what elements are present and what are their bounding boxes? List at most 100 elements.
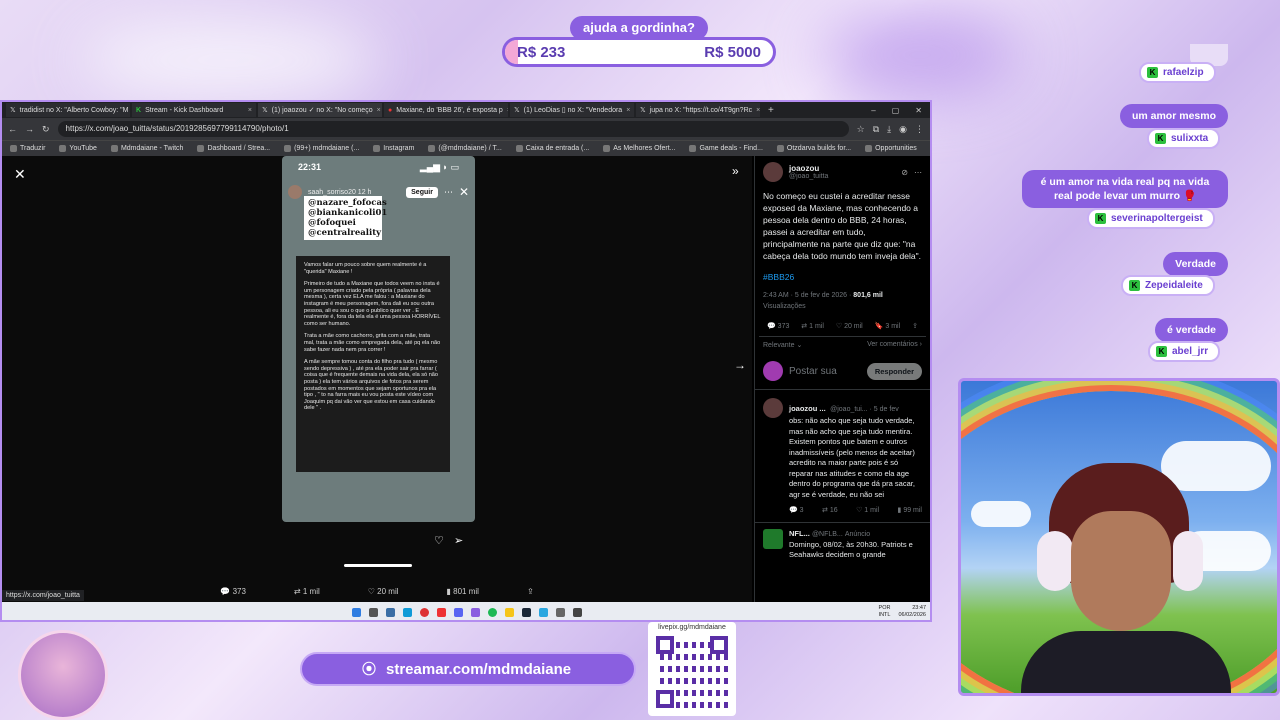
twitch-icon[interactable] [471,607,480,617]
opera-icon[interactable] [420,607,429,617]
bookmark-favicon-icon [428,145,436,152]
reply-action[interactable]: 💬 373 [220,587,246,596]
spotify-icon[interactable] [488,607,497,617]
bookmark-item[interactable]: Otzdarva builds for... [776,145,851,152]
browser-tab[interactable]: ●Maxiane, do 'BBB 26', é exposta p × [384,103,508,117]
see-replies-link[interactable]: Ver comentários › [867,341,922,349]
expand-sidebar-icon[interactable]: » [732,164,739,178]
close-tab-icon[interactable]: × [756,107,760,114]
sort-dropdown[interactable]: Relevante ⌄ [763,341,802,349]
bookmark-item[interactable]: Mdmdaiane - Twitch [110,145,183,152]
reply-tweet[interactable]: joaozou ... @joao_tui... · 5 de fev obs:… [755,390,930,523]
views-label: Visualizações [763,303,806,310]
share-icon[interactable]: ⇪ [912,322,918,330]
forward-icon[interactable]: → [25,124,34,134]
start-icon[interactable] [352,607,361,617]
views-stat[interactable]: ▮ 99 mil [898,506,922,514]
x-logo-icon: 𝕏 [10,107,16,114]
menu-icon[interactable]: ⋮ [915,124,924,135]
close-tab-icon[interactable]: × [507,107,508,114]
author-handle[interactable]: @joao_tuitta [789,173,828,180]
ad-author[interactable]: NFL... [789,529,810,538]
browser-tab[interactable]: K Stream - Kick Dashboard × [132,103,256,117]
phone-time: 22:31 [298,162,322,172]
new-tab-button[interactable]: + [762,105,780,116]
x-logo-icon: 𝕏 [640,107,646,114]
grok-icon[interactable]: ⊘ [901,168,908,177]
close-viewer-icon[interactable]: ✕ [14,166,26,183]
bookmark-item[interactable]: (@mdmdaiane) / T... [428,145,502,152]
bookmark-item[interactable]: As Melhores Ofert... [603,145,675,152]
views-action[interactable]: ▮ 801 mil [447,587,479,596]
bookmark-item[interactable]: Traduzir [10,145,45,152]
edge-icon[interactable] [403,607,412,617]
bookmark-stat[interactable]: 🔖 3 mil [875,322,900,330]
repost-count: 1 mil [809,323,824,330]
close-tab-icon[interactable]: × [626,107,630,114]
url-input[interactable]: https://x.com/joao_tuitta/status/2019285… [57,121,849,137]
like-action[interactable]: ♡ 20 mil [368,587,399,596]
repost-stat[interactable]: ⇄ 1 mil [801,322,824,330]
browser-tab[interactable]: 𝕏 (1) LeoDias ▯ no X: "Vendedora × [510,103,634,117]
avatar[interactable] [763,398,783,418]
browser-tab-active[interactable]: 𝕏 (1) joaozou ✓ no X: "No começo × [258,103,382,117]
app-icon[interactable] [437,607,446,617]
steam-icon[interactable] [522,607,531,617]
reload-icon[interactable]: ↻ [42,124,50,135]
note-paragraph: A mãe sempre tomou conta do filho pra tu… [304,359,439,412]
back-icon[interactable]: ← [8,124,17,134]
task-view-icon[interactable] [386,607,395,617]
like-stat[interactable]: ♡ 20 mil [836,322,863,330]
minimize-icon[interactable]: – [871,106,875,115]
app-icon[interactable] [573,607,582,617]
follow-button: Seguir [406,186,438,198]
bookmark-item[interactable]: (99+) mdmdaiane (... [284,145,359,152]
reply-input[interactable]: Postar sua [789,366,861,377]
bookmark-item[interactable]: Caixa de entrada (... [515,145,589,152]
avatar[interactable] [763,529,783,549]
maximize-icon[interactable]: ▢ [892,106,900,115]
browser-tab[interactable]: 𝕏tradidist no X: "Alberto Cowboy: "M× [6,103,130,117]
search-icon[interactable] [369,607,378,617]
repost-action[interactable]: ⇄ 1 mil [294,587,320,596]
download-icon[interactable]: ⤓ [887,124,891,135]
comment-icon: 💬 [220,586,231,596]
more-icon[interactable]: ⋯ [914,168,922,177]
bookmark-item[interactable]: Instagram [373,145,414,152]
extensions-icon[interactable]: ⧉ [873,124,879,135]
lang-indicator: POR [878,605,891,611]
share-icon[interactable]: ⇪ [527,587,534,596]
reply-stat[interactable]: 💬 3 [789,506,804,514]
close-tab-icon[interactable]: × [377,107,381,114]
reply-button[interactable]: Responder [866,362,922,380]
reply-author[interactable]: joaozou ... [789,404,826,413]
bookmark-item[interactable]: Game deals - Find... [689,145,763,152]
repost-stat[interactable]: ⇄ 16 [822,506,838,514]
qr-code-panel: livepix.gg/mdmdaiane [648,622,736,716]
avatar[interactable] [763,162,783,182]
qr-corner [656,690,674,708]
bookmark-item[interactable]: Opportunities [865,145,917,152]
settings-icon[interactable] [556,607,565,617]
discord-icon[interactable] [454,607,463,617]
bookmark-label: Game deals - Find... [699,145,763,152]
close-tab-icon[interactable]: × [248,107,252,114]
ad-tweet[interactable]: NFL... @NFLB... Anúncio Domingo, 08/02, … [755,523,930,566]
like-stat[interactable]: ♡ 1 mil [856,506,879,514]
reply-stat[interactable]: 💬 373 [767,322,789,330]
next-photo-icon[interactable]: → [734,358,746,372]
author-name[interactable]: joaozou [789,164,828,173]
explorer-icon[interactable] [505,607,514,617]
star-icon[interactable]: ☆ [857,124,865,135]
bookmark-item[interactable]: Dashboard / Strea... [197,145,270,152]
telegram-icon[interactable] [539,607,548,617]
hashtag-link[interactable]: #BBB26 [755,264,930,282]
repost-icon: ⇄ [293,586,301,596]
close-window-icon[interactable]: ✕ [915,106,922,115]
bookmark-item[interactable]: YouTube [59,145,97,152]
ad-text: Domingo, 08/02, às 20h30. Patriots e Sea… [789,540,913,559]
background-glow [80,20,380,100]
bookmark-label: Instagram [383,145,415,152]
browser-tab[interactable]: 𝕏jupa no X: "https://t.co/4T9gn?Rc × [636,103,760,117]
profile-icon[interactable]: ◉ [899,124,907,135]
